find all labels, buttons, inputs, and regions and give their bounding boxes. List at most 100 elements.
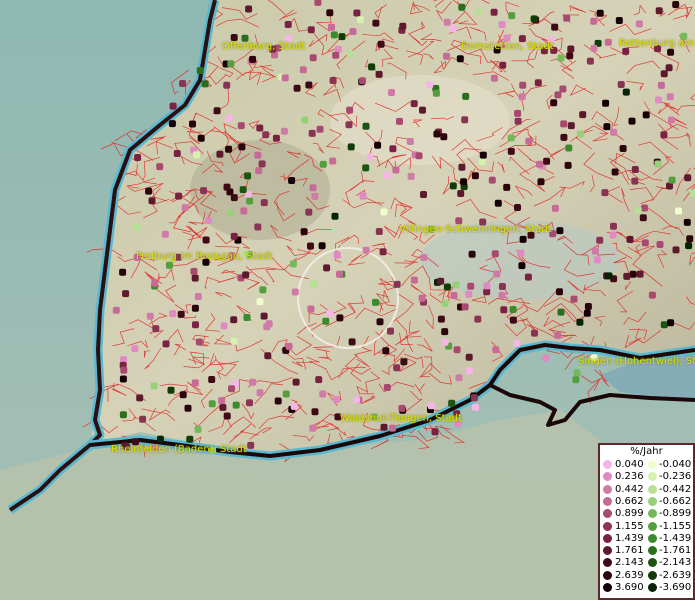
station-marker[interactable] bbox=[263, 323, 271, 331]
station-marker[interactable] bbox=[660, 321, 668, 329]
station-marker[interactable] bbox=[619, 145, 627, 152]
station-marker[interactable] bbox=[590, 17, 598, 25]
station-marker[interactable] bbox=[223, 183, 231, 191]
station-marker[interactable] bbox=[254, 151, 262, 159]
station-marker[interactable] bbox=[329, 77, 337, 84]
station-marker[interactable] bbox=[192, 321, 199, 329]
station-marker[interactable] bbox=[498, 283, 506, 290]
station-marker[interactable] bbox=[150, 382, 158, 390]
station-marker[interactable] bbox=[460, 178, 468, 186]
station-marker[interactable] bbox=[610, 128, 618, 136]
station-marker[interactable] bbox=[332, 396, 340, 403]
station-marker[interactable] bbox=[531, 329, 538, 337]
station-marker[interactable] bbox=[441, 300, 449, 307]
station-marker[interactable] bbox=[410, 276, 418, 284]
station-marker[interactable] bbox=[465, 290, 473, 298]
station-marker[interactable] bbox=[470, 394, 478, 402]
station-marker[interactable] bbox=[208, 400, 216, 408]
station-marker[interactable] bbox=[591, 247, 599, 255]
station-marker[interactable] bbox=[471, 172, 479, 180]
station-marker[interactable] bbox=[347, 143, 355, 151]
station-marker[interactable] bbox=[596, 236, 604, 244]
station-marker[interactable] bbox=[120, 366, 128, 374]
station-marker[interactable] bbox=[156, 163, 164, 171]
station-marker[interactable] bbox=[326, 309, 334, 317]
station-marker[interactable] bbox=[131, 345, 139, 353]
station-marker[interactable] bbox=[525, 137, 533, 145]
station-marker[interactable] bbox=[333, 251, 341, 259]
station-marker[interactable] bbox=[243, 314, 251, 321]
station-marker[interactable] bbox=[191, 304, 199, 312]
station-marker[interactable] bbox=[228, 385, 235, 393]
station-marker[interactable] bbox=[375, 70, 383, 78]
station-marker[interactable] bbox=[461, 116, 469, 124]
station-marker[interactable] bbox=[162, 340, 170, 348]
station-marker[interactable] bbox=[330, 31, 338, 39]
station-marker[interactable] bbox=[667, 48, 675, 56]
station-marker[interactable] bbox=[145, 187, 153, 195]
station-marker[interactable] bbox=[593, 256, 601, 264]
station-marker[interactable] bbox=[169, 310, 177, 318]
station-marker[interactable] bbox=[169, 102, 177, 110]
station-marker[interactable] bbox=[122, 290, 130, 298]
station-marker[interactable] bbox=[189, 120, 196, 128]
station-marker[interactable] bbox=[238, 143, 246, 151]
station-marker[interactable] bbox=[665, 64, 673, 72]
station-marker[interactable] bbox=[639, 214, 647, 222]
station-marker[interactable] bbox=[227, 60, 235, 68]
station-marker[interactable] bbox=[380, 423, 388, 431]
station-marker[interactable] bbox=[654, 160, 662, 168]
station-marker[interactable] bbox=[518, 262, 526, 270]
station-marker[interactable] bbox=[536, 160, 543, 168]
station-marker[interactable] bbox=[605, 272, 613, 280]
station-marker[interactable] bbox=[415, 152, 423, 160]
station-marker[interactable] bbox=[383, 171, 391, 179]
station-marker[interactable] bbox=[672, 1, 680, 8]
station-marker[interactable] bbox=[631, 177, 639, 185]
station-marker[interactable] bbox=[280, 127, 288, 135]
station-marker[interactable] bbox=[256, 389, 264, 397]
station-marker[interactable] bbox=[227, 209, 234, 217]
station-marker[interactable] bbox=[322, 317, 330, 325]
station-marker[interactable] bbox=[307, 305, 315, 313]
station-marker[interactable] bbox=[193, 151, 201, 159]
station-marker[interactable] bbox=[292, 378, 300, 386]
station-marker[interactable] bbox=[184, 404, 192, 412]
station-marker[interactable] bbox=[686, 235, 694, 243]
station-marker[interactable] bbox=[666, 93, 674, 101]
station-marker[interactable] bbox=[420, 254, 428, 261]
station-marker[interactable] bbox=[629, 270, 637, 278]
station-marker[interactable] bbox=[242, 271, 250, 279]
station-marker[interactable] bbox=[560, 120, 568, 128]
station-marker[interactable] bbox=[372, 298, 379, 306]
station-marker[interactable] bbox=[440, 133, 448, 141]
station-marker[interactable] bbox=[377, 40, 385, 48]
station-marker[interactable] bbox=[567, 45, 575, 53]
station-marker[interactable] bbox=[461, 303, 469, 311]
station-marker[interactable] bbox=[572, 376, 580, 384]
station-marker[interactable] bbox=[220, 322, 228, 330]
station-marker[interactable] bbox=[579, 111, 587, 119]
station-marker[interactable] bbox=[565, 144, 573, 152]
station-marker[interactable] bbox=[488, 176, 496, 184]
station-marker[interactable] bbox=[336, 314, 344, 322]
station-marker[interactable] bbox=[586, 57, 594, 65]
station-marker[interactable] bbox=[300, 228, 308, 236]
station-marker[interactable] bbox=[288, 177, 296, 184]
station-marker[interactable] bbox=[507, 134, 515, 142]
station-marker[interactable] bbox=[551, 23, 559, 31]
station-marker[interactable] bbox=[246, 197, 254, 205]
station-marker[interactable] bbox=[453, 346, 461, 354]
station-marker[interactable] bbox=[500, 306, 508, 314]
station-marker[interactable] bbox=[285, 342, 293, 350]
station-marker[interactable] bbox=[290, 402, 298, 410]
station-marker[interactable] bbox=[490, 8, 498, 16]
station-marker[interactable] bbox=[556, 288, 563, 296]
station-marker[interactable] bbox=[675, 207, 682, 215]
station-marker[interactable] bbox=[348, 338, 356, 346]
station-marker[interactable] bbox=[161, 230, 169, 238]
station-marker[interactable] bbox=[576, 130, 584, 138]
station-marker[interactable] bbox=[139, 415, 147, 423]
station-marker[interactable] bbox=[472, 403, 479, 411]
station-marker[interactable] bbox=[237, 122, 245, 130]
